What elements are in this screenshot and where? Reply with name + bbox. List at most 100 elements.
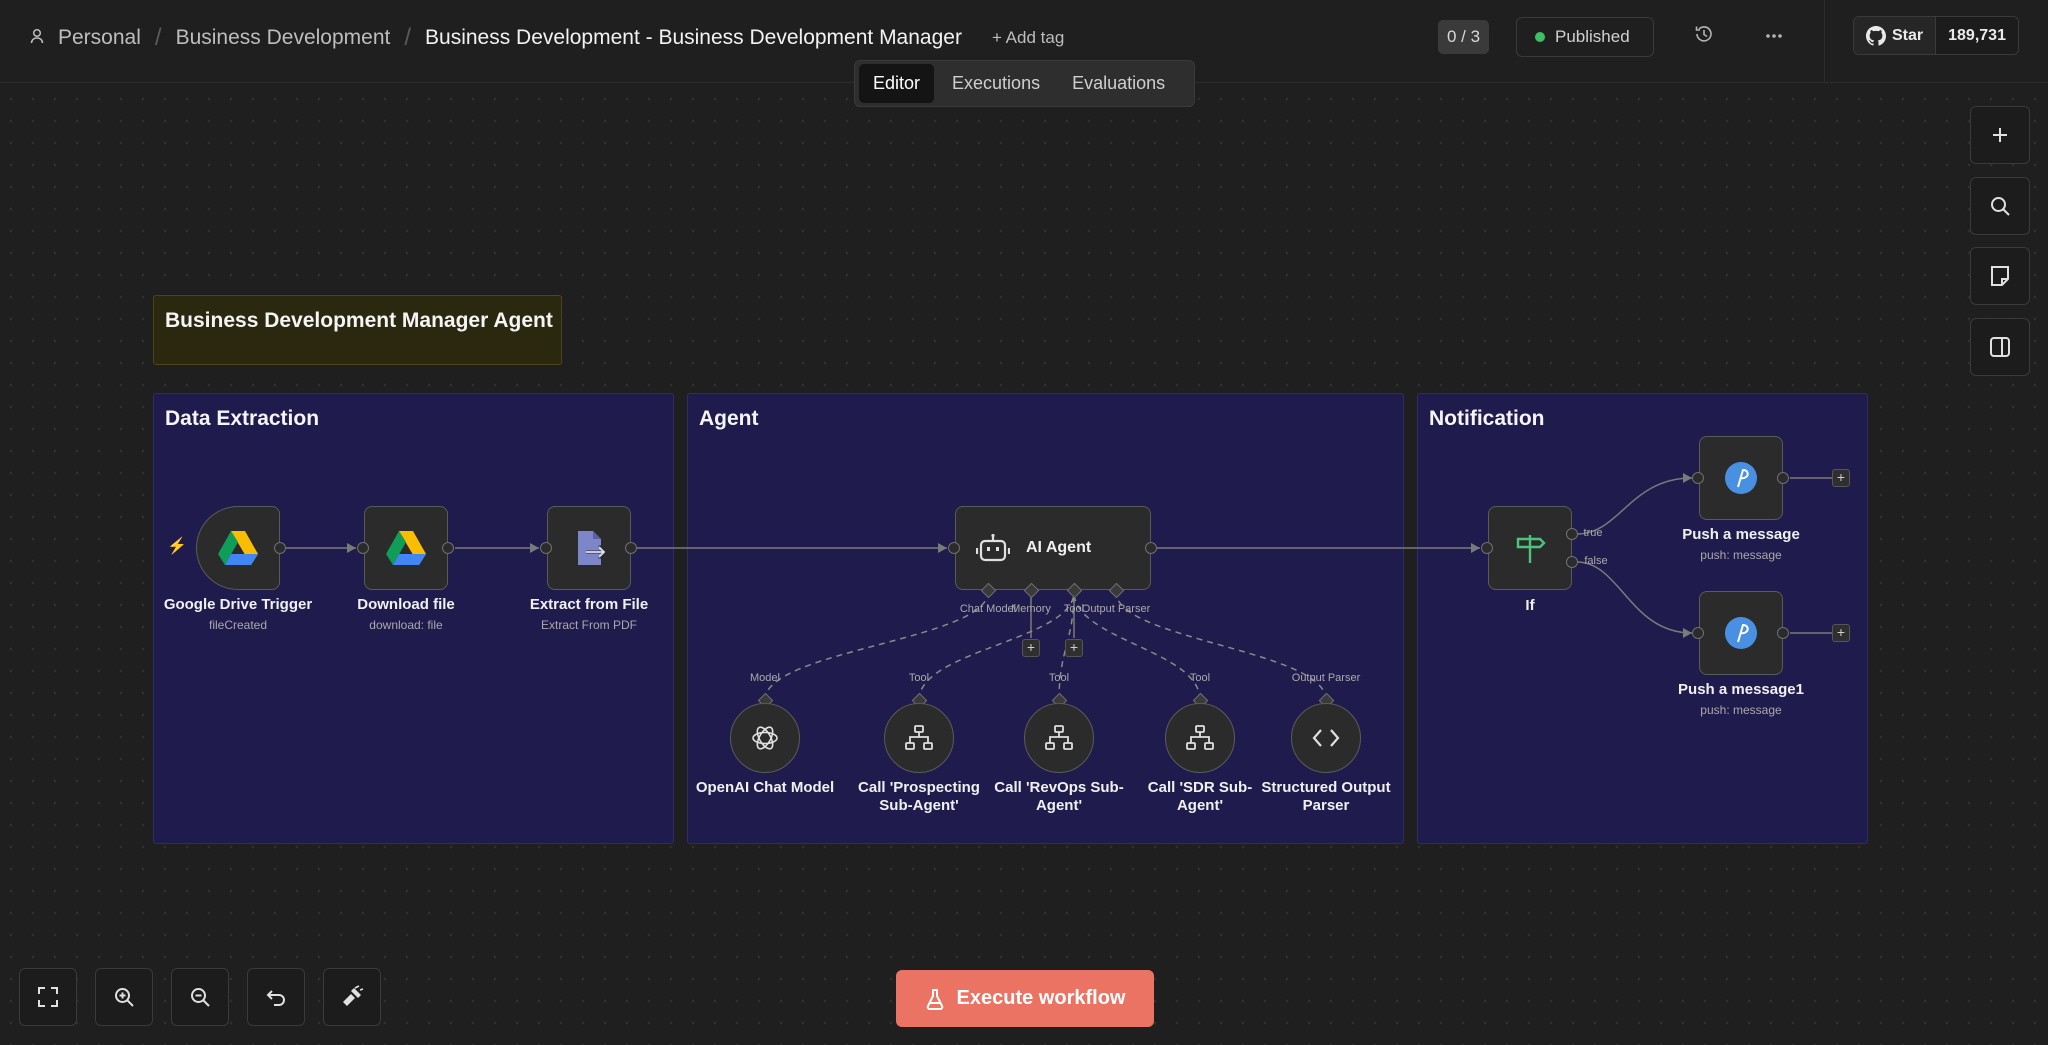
node-if[interactable] bbox=[1488, 506, 1572, 590]
group-agent[interactable]: Agent bbox=[687, 393, 1404, 844]
node-label-call-revops: Call 'RevOps Sub- Agent' bbox=[994, 779, 1124, 814]
node-structured-output-parser[interactable] bbox=[1291, 703, 1361, 773]
trigger-bolt-icon: ⚡ bbox=[167, 538, 187, 555]
node-label-push-message: Push a message bbox=[1682, 526, 1800, 543]
tab-executions[interactable]: Executions bbox=[938, 64, 1054, 103]
github-star-count: 189,731 bbox=[1936, 17, 2018, 54]
output-port[interactable] bbox=[1145, 542, 1157, 554]
output-port[interactable] bbox=[1777, 472, 1789, 484]
node-call-prospecting[interactable] bbox=[884, 703, 954, 773]
output-port[interactable] bbox=[1777, 627, 1789, 639]
branch-label-false: false bbox=[1584, 555, 1608, 567]
search-icon bbox=[1991, 197, 2010, 216]
zoom-out-button[interactable] bbox=[171, 968, 229, 1026]
group-notification[interactable]: Notification bbox=[1417, 393, 1868, 844]
input-port[interactable] bbox=[1692, 627, 1704, 639]
sitemap-icon bbox=[1045, 725, 1073, 750]
node-push-message[interactable] bbox=[1699, 436, 1783, 520]
undo-button[interactable] bbox=[247, 968, 305, 1026]
flask-icon bbox=[926, 988, 943, 1010]
node-label-extract-from-file: Extract from File bbox=[529, 596, 649, 613]
publish-status-button[interactable]: Published bbox=[1516, 17, 1654, 57]
robot-icon bbox=[976, 533, 1010, 562]
node-label-ai-agent: AI Agent bbox=[1026, 539, 1092, 556]
github-icon bbox=[1866, 25, 1886, 46]
node-sub-push-message: push: message bbox=[1700, 548, 1782, 562]
group-title-data-extraction: Data Extraction bbox=[165, 407, 320, 430]
node-call-sdr[interactable] bbox=[1165, 703, 1235, 773]
node-openai-chat-model[interactable] bbox=[730, 703, 800, 773]
add-memory-button[interactable]: + bbox=[1022, 639, 1040, 657]
output-port[interactable] bbox=[625, 542, 637, 554]
add-node-button[interactable] bbox=[1970, 106, 2030, 164]
input-port[interactable] bbox=[1481, 542, 1493, 554]
node-download-file[interactable] bbox=[364, 506, 448, 590]
output-port-true[interactable] bbox=[1566, 528, 1578, 540]
node-extract-from-file[interactable] bbox=[547, 506, 631, 590]
handle-label-memory: Memory bbox=[1011, 603, 1051, 615]
sitemap-icon bbox=[1186, 725, 1214, 750]
more-options-icon[interactable] bbox=[1764, 26, 1784, 51]
view-tabs: Editor Executions Evaluations bbox=[854, 60, 1195, 107]
zoom-in-button[interactable] bbox=[95, 968, 153, 1026]
node-ai-agent[interactable]: AI Agent bbox=[955, 506, 1151, 590]
google-drive-icon bbox=[218, 531, 258, 565]
add-sticky-note-button[interactable] bbox=[1970, 247, 2030, 305]
add-node-after-push-message1[interactable]: + bbox=[1832, 624, 1850, 642]
github-star-button[interactable]: Star 189,731 bbox=[1853, 16, 2019, 55]
group-title-agent: Agent bbox=[699, 407, 759, 430]
zoom-out-icon bbox=[191, 988, 210, 1007]
sticky-note-icon bbox=[1991, 266, 2009, 286]
node-google-drive-trigger[interactable] bbox=[196, 506, 280, 590]
header-divider bbox=[1824, 0, 1825, 83]
node-sub-extract-from-file: Extract From PDF bbox=[540, 618, 638, 632]
history-icon[interactable] bbox=[1694, 24, 1714, 49]
breadcrumb: Personal / Business Development / Busine… bbox=[30, 24, 1064, 52]
user-icon bbox=[30, 26, 44, 50]
github-star-label: Star bbox=[1892, 26, 1924, 44]
output-port-false[interactable] bbox=[1566, 556, 1578, 568]
node-label-download-file: Download file bbox=[357, 596, 455, 613]
group-title-notification: Notification bbox=[1429, 407, 1545, 430]
tab-editor[interactable]: Editor bbox=[859, 64, 935, 103]
signpost-icon bbox=[1516, 535, 1546, 563]
output-port[interactable] bbox=[442, 542, 454, 554]
node-label-push-message1: Push a message1 bbox=[1678, 681, 1804, 698]
zoom-in-icon bbox=[115, 988, 134, 1007]
handle-label-output-parser: Output Parser bbox=[1081, 603, 1151, 615]
node-sub-push-message1: push: message bbox=[1700, 703, 1782, 717]
sub-handle-label: Tool bbox=[908, 672, 930, 684]
sub-handle-label: Tool bbox=[1189, 672, 1211, 684]
execute-workflow-button[interactable]: Execute workflow bbox=[896, 970, 1154, 1027]
openai-icon bbox=[752, 726, 778, 750]
add-node-after-push-message[interactable]: + bbox=[1832, 469, 1850, 487]
pushover-icon bbox=[1725, 462, 1757, 494]
output-port[interactable] bbox=[274, 542, 286, 554]
input-port[interactable] bbox=[1692, 472, 1704, 484]
code-icon bbox=[1312, 729, 1340, 747]
node-push-message1[interactable] bbox=[1699, 591, 1783, 675]
breadcrumb-folder[interactable]: Business Development bbox=[176, 26, 391, 50]
input-port[interactable] bbox=[948, 542, 960, 554]
workflow-name[interactable]: Business Development - Business Developm… bbox=[425, 26, 962, 50]
fit-view-button[interactable] bbox=[19, 968, 77, 1026]
input-port[interactable] bbox=[540, 542, 552, 554]
add-tool-button[interactable]: + bbox=[1065, 639, 1083, 657]
search-nodes-button[interactable] bbox=[1970, 177, 2030, 235]
handle-label-chat-model: Chat Model bbox=[959, 603, 1017, 615]
node-call-revops[interactable] bbox=[1024, 703, 1094, 773]
toggle-panel-button[interactable] bbox=[1970, 318, 2030, 376]
google-drive-icon bbox=[386, 531, 426, 565]
tidy-up-button[interactable] bbox=[323, 968, 381, 1026]
input-port[interactable] bbox=[357, 542, 369, 554]
github-star[interactable]: Star bbox=[1854, 17, 1937, 54]
tab-evaluations[interactable]: Evaluations bbox=[1058, 64, 1179, 103]
breadcrumb-workspace[interactable]: Personal bbox=[58, 26, 141, 50]
production-checklist-counter[interactable]: 0 / 3 bbox=[1438, 20, 1490, 54]
add-tag-button[interactable]: + Add tag bbox=[992, 28, 1064, 48]
sticky-note-title[interactable]: Business Development Manager Agent bbox=[153, 295, 562, 365]
execute-workflow-label: Execute workflow bbox=[956, 987, 1126, 1009]
plus-icon bbox=[1993, 128, 2007, 142]
panel-right-icon bbox=[1990, 337, 2010, 357]
node-label-structured-output-parser: Structured Output Parser bbox=[1261, 779, 1391, 814]
